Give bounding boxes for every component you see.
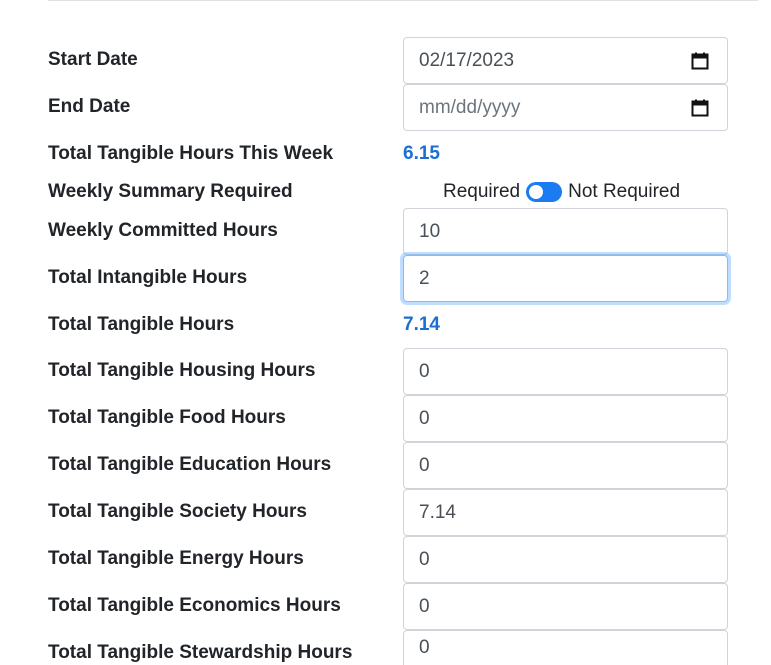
- energy-value: 0: [419, 548, 430, 570]
- calendar-icon[interactable]: [691, 52, 709, 70]
- weekly-committed-input[interactable]: 10: [403, 208, 728, 255]
- economics-value: 0: [419, 595, 430, 617]
- stewardship-label: Total Tangible Stewardship Hours: [48, 642, 353, 663]
- education-label: Total Tangible Education Hours: [48, 454, 332, 475]
- food-value: 0: [419, 407, 430, 429]
- housing-input[interactable]: 0: [403, 348, 728, 395]
- tangible-total-value: 7.14: [403, 314, 440, 335]
- economics-input[interactable]: 0: [403, 583, 728, 630]
- toggle-option-not-required: Not Required: [568, 181, 681, 202]
- food-label: Total Tangible Food Hours: [48, 407, 286, 428]
- weekly-summary-toggle-group: Required Not Required: [443, 181, 680, 203]
- toggle-option-required: Required: [443, 181, 521, 202]
- intangible-input[interactable]: 2: [403, 255, 728, 302]
- society-label: Total Tangible Society Hours: [48, 501, 307, 522]
- weekly-committed-value: 10: [419, 220, 441, 242]
- end-date-label: End Date: [48, 96, 131, 117]
- society-value: 7.14: [419, 501, 456, 523]
- energy-label: Total Tangible Energy Hours: [48, 548, 304, 569]
- food-input[interactable]: 0: [403, 395, 728, 442]
- housing-value: 0: [419, 360, 430, 382]
- end-date-input[interactable]: mm/dd/yyyy: [403, 84, 728, 131]
- economics-label: Total Tangible Economics Hours: [48, 595, 341, 616]
- society-input[interactable]: 7.14: [403, 489, 728, 536]
- top-divider: [48, 0, 758, 1]
- weekly-summary-label: Weekly Summary Required: [48, 181, 293, 202]
- tangible-this-week-value: 6.15: [403, 143, 440, 164]
- energy-input[interactable]: 0: [403, 536, 728, 583]
- start-date-label: Start Date: [48, 49, 138, 70]
- start-date-input[interactable]: 02/17/2023: [403, 37, 728, 84]
- stewardship-value: 0: [419, 637, 430, 658]
- start-date-value: 02/17/2023: [419, 49, 515, 71]
- end-date-placeholder: mm/dd/yyyy: [419, 96, 521, 118]
- weekly-committed-label: Weekly Committed Hours: [48, 220, 278, 241]
- switch-knob: [529, 185, 544, 199]
- calendar-icon[interactable]: [691, 99, 709, 117]
- tangible-this-week-label: Total Tangible Hours This Week: [48, 143, 334, 164]
- stewardship-input[interactable]: 0: [403, 630, 728, 665]
- education-value: 0: [419, 454, 430, 476]
- housing-label: Total Tangible Housing Hours: [48, 360, 316, 381]
- education-input[interactable]: 0: [403, 442, 728, 489]
- intangible-value: 2: [419, 267, 430, 289]
- tangible-total-label: Total Tangible Hours: [48, 314, 235, 335]
- intangible-label: Total Intangible Hours: [48, 267, 248, 288]
- weekly-summary-switch[interactable]: [526, 182, 563, 202]
